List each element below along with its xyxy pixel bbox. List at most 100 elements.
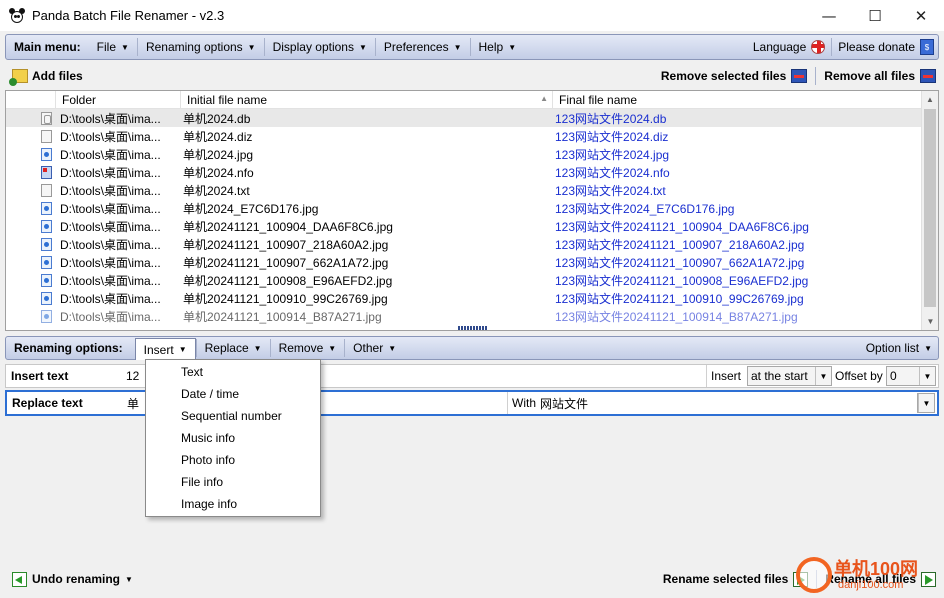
table-row[interactable]: D:\tools\桌面\ima... 单机2024.diz 123网站文件2024.… <box>6 127 938 145</box>
tab-other[interactable]: Other ▼ <box>344 339 404 357</box>
folder-cell: D:\tools\桌面\ima... <box>60 111 161 126</box>
insert-menu-text[interactable]: Text <box>146 361 320 383</box>
remove-selected-icon[interactable] <box>791 69 808 83</box>
offset-select[interactable]: 0 ▼ <box>886 366 936 386</box>
image-file-icon <box>41 147 52 161</box>
caret-down-icon[interactable]: ▼ <box>125 575 133 584</box>
insert-menu-photo-info[interactable]: Photo info <box>146 449 320 471</box>
remove-all-icon[interactable] <box>920 69 936 83</box>
column-icon[interactable] <box>6 91 56 109</box>
table-row[interactable]: D:\tools\桌面\ima... 单机20241121_100910_99C2… <box>6 289 938 307</box>
main-menu-label: Main menu: <box>14 40 81 54</box>
table-row[interactable]: D:\tools\桌面\ima... 单机20241121_100904_DAA6… <box>6 217 938 235</box>
scroll-down-icon: ▼ <box>926 317 935 326</box>
minimize-button[interactable]: — <box>806 0 852 31</box>
with-text-input[interactable]: 网站文件 <box>540 395 588 412</box>
table-row[interactable]: D:\tools\桌面\ima... 单机2024.jpg 123网站文件2024.… <box>6 145 938 163</box>
column-final-name[interactable]: Final file name <box>553 91 923 109</box>
table-row[interactable]: D:\tools\桌面\ima... 单机2024.nfo 123网站文件2024.… <box>6 163 938 181</box>
table-row[interactable]: D:\tools\桌面\ima... 单机20241121_100907_662A… <box>6 253 938 271</box>
rename-all-files-button[interactable]: Rename all files <box>825 572 916 586</box>
caret-down-icon: ▼ <box>121 42 129 52</box>
add-folder-icon[interactable] <box>9 69 28 86</box>
insert-menu-date-time[interactable]: Date / time <box>146 383 320 405</box>
insert-position-select[interactable]: at the start ▼ <box>747 366 832 386</box>
language-button[interactable]: Language <box>753 40 806 54</box>
initial-name-cell: 单机2024.diz <box>183 129 253 144</box>
caret-down-icon: ▼ <box>178 345 187 354</box>
menu-display-options[interactable]: Display options ▼ <box>263 38 375 56</box>
image-file-icon <box>41 309 52 323</box>
rename-all-icon[interactable] <box>921 571 936 587</box>
file-toolbar: Add files Remove selected files Remove a… <box>5 63 939 89</box>
table-row[interactable]: D:\tools\桌面\ima... 单机20241121_100908_E96A… <box>6 271 938 289</box>
initial-name-cell: 单机20241121_100904_DAA6F8C6.jpg <box>183 219 393 234</box>
menu-file[interactable]: File ▼ <box>89 38 137 56</box>
scrollbar-thumb[interactable] <box>924 109 936 307</box>
final-name-cell: 123网站文件2024.txt <box>555 183 666 198</box>
insert-text-input[interactable]: 12 <box>126 369 139 383</box>
table-row[interactable]: D:\tools\桌面\ima... 单机20241121_100914_B87… <box>6 307 938 325</box>
folder-cell: D:\tools\桌面\ima... <box>60 129 161 144</box>
file-list[interactable]: Folder Initial file name ▲ Final file nam… <box>5 90 939 331</box>
initial-name-cell: 单机20241121_100908_E96AEFD2.jpg <box>183 273 393 288</box>
initial-name-cell: 单机20241121_100910_99C26769.jpg <box>183 291 388 306</box>
table-row[interactable]: D:\tools\桌面\ima... 单机2024.txt 123网站文件2024.… <box>6 181 938 199</box>
uk-flag-icon[interactable] <box>811 40 826 54</box>
close-button[interactable]: ✕ <box>898 0 944 31</box>
window-title: Panda Batch File Renamer - v2.3 <box>32 8 225 23</box>
add-files-button[interactable]: Add files <box>32 69 83 83</box>
tab-replace[interactable]: Replace ▼ <box>195 339 270 357</box>
undo-renaming-button[interactable]: Undo renaming <box>32 572 120 586</box>
folder-cell: D:\tools\桌面\ima... <box>60 219 161 234</box>
file-list-scrollbar[interactable]: ▲ ▼ <box>921 91 938 330</box>
menu-renaming-options[interactable]: Renaming options ▼ <box>136 38 264 56</box>
rename-selected-icon[interactable] <box>793 571 809 587</box>
caret-down-icon: ▼ <box>253 343 262 353</box>
insert-menu-file-info[interactable]: File info <box>146 471 320 493</box>
replace-options-select[interactable]: ▼ <box>917 393 935 413</box>
remove-selected-files-button[interactable]: Remove selected files <box>661 69 786 83</box>
initial-name-cell: 单机2024_E7C6D176.jpg <box>183 201 319 216</box>
image-file-icon <box>41 273 52 287</box>
tab-insert[interactable]: Insert ▼ <box>134 338 196 360</box>
file-list-header: Folder Initial file name ▲ Final file nam… <box>6 91 938 109</box>
final-name-cell: 123网站文件2024.jpg <box>555 147 670 162</box>
replace-text-input[interactable]: 单 <box>127 395 139 412</box>
maximize-button[interactable]: ☐ <box>852 0 898 31</box>
initial-name-cell: 单机2024.nfo <box>183 165 254 180</box>
folder-cell: D:\tools\桌面\ima... <box>60 291 161 306</box>
insert-menu-image-info[interactable]: Image info <box>146 493 320 515</box>
option-list-button[interactable]: Option list <box>866 341 919 355</box>
splitter-grip[interactable] <box>458 326 488 330</box>
donate-icon[interactable]: $ <box>920 39 934 55</box>
insert-menu-music-info[interactable]: Music info <box>146 427 320 449</box>
undo-icon[interactable] <box>12 571 27 587</box>
database-file-icon <box>41 111 52 125</box>
panda-app-icon <box>9 7 25 24</box>
insert-menu-sequential-number[interactable]: Sequential number <box>146 405 320 427</box>
remove-all-files-button[interactable]: Remove all files <box>824 69 915 83</box>
column-initial-name[interactable]: Initial file name ▲ <box>181 91 553 109</box>
text-file-icon <box>41 129 52 143</box>
tab-remove[interactable]: Remove ▼ <box>269 339 345 357</box>
final-name-cell: 123网站文件20241121_100908_E96AEFD2.jpg <box>555 273 809 288</box>
table-row[interactable]: D:\tools\桌面\ima... 单机20241121_100907_218A… <box>6 235 938 253</box>
bottom-toolbar: Undo renaming ▼ Rename selected files Re… <box>5 566 939 592</box>
menu-help[interactable]: Help ▼ <box>469 38 525 56</box>
table-row[interactable]: D:\tools\桌面\ima... 单机2024_E7C6D176.jpg 123… <box>6 199 938 217</box>
donate-button[interactable]: Please donate <box>838 40 915 54</box>
caret-down-icon: ▼ <box>358 42 367 52</box>
menu-preferences[interactable]: Preferences ▼ <box>374 38 470 56</box>
final-name-cell: 123网站文件2024.nfo <box>555 165 670 180</box>
final-name-cell: 123网站文件2024.db <box>555 111 667 126</box>
main-menu-bar: Main menu: File ▼ Renaming options ▼ Displ… <box>5 34 939 60</box>
image-file-icon <box>41 291 52 305</box>
rename-selected-files-button[interactable]: Rename selected files <box>663 572 788 586</box>
caret-down-icon: ▼ <box>328 343 337 353</box>
table-row[interactable]: D:\tools\桌面\ima... 单机2024.db 123网站文件2024.d… <box>6 109 938 127</box>
insert-dropdown-menu: Text Date / time Sequential number Music… <box>145 359 321 517</box>
column-folder[interactable]: Folder <box>56 91 181 109</box>
sort-up-icon: ▲ <box>540 94 548 103</box>
final-name-cell: 123网站文件2024.diz <box>555 129 669 144</box>
